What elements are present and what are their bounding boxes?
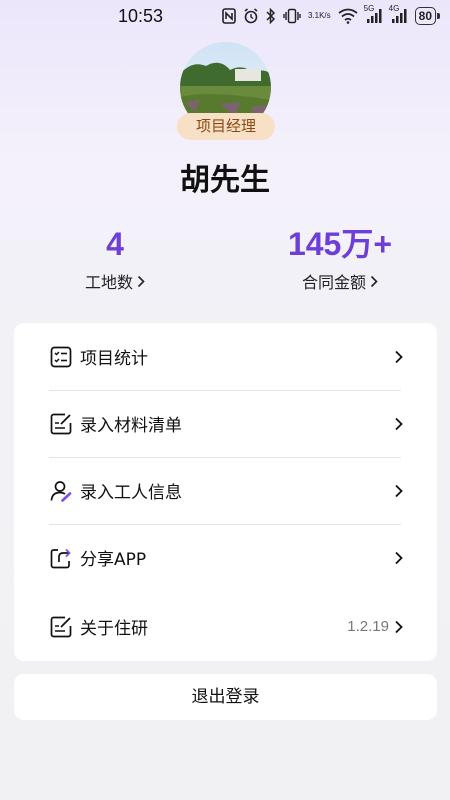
menu-label-materials: 录入材料清单 bbox=[80, 416, 182, 436]
vibrate-icon bbox=[283, 8, 301, 24]
cellular-4g-icon: 4G bbox=[389, 4, 408, 24]
status-icons: 3.1 K/s 5G 4G 80 bbox=[222, 4, 441, 25]
stat-contract-label: 合同金额 bbox=[301, 273, 366, 292]
menu-label-share: 分享APP bbox=[80, 550, 147, 570]
chevron-right-icon bbox=[137, 275, 145, 287]
alarm-icon bbox=[243, 8, 259, 24]
signal2-label: 4G bbox=[388, 4, 400, 13]
bluetooth-icon bbox=[266, 8, 276, 24]
network-speed: 3.1 K/s bbox=[308, 12, 331, 20]
menu-card: 项目统计 录入材料清单 录入工人信息 分享APP 关于住研 1.2.19 bbox=[14, 323, 437, 661]
menu-label-project-stats: 项目统计 bbox=[80, 349, 148, 369]
network-speed-value: 3.1 bbox=[307, 11, 320, 20]
chevron-right-icon bbox=[395, 551, 403, 564]
menu-item-workers[interactable]: 录入工人信息 bbox=[14, 457, 437, 524]
menu-item-project-stats[interactable]: 项目统计 bbox=[14, 323, 437, 390]
menu-label-workers: 录入工人信息 bbox=[80, 483, 182, 503]
edit-note-icon bbox=[50, 413, 72, 434]
menu-label-about: 关于住研 bbox=[80, 619, 148, 639]
stat-contract[interactable]: 145万+ 合同金额 bbox=[240, 225, 440, 293]
chevron-right-icon bbox=[395, 484, 403, 497]
nfc-icon bbox=[222, 8, 236, 24]
edit-note-icon bbox=[50, 616, 72, 637]
menu-item-share[interactable]: 分享APP bbox=[14, 524, 437, 591]
stat-sites-label: 工地数 bbox=[84, 273, 133, 292]
battery-indicator: 80 bbox=[414, 7, 441, 25]
app-version: 1.2.19 bbox=[347, 618, 389, 635]
share-icon bbox=[50, 548, 71, 568]
menu-item-about[interactable]: 关于住研 1.2.19 bbox=[14, 593, 437, 660]
chevron-right-icon bbox=[395, 620, 403, 633]
wifi-icon bbox=[338, 8, 358, 24]
network-speed-unit: K/s bbox=[319, 11, 331, 20]
stat-sites-value: 4 bbox=[106, 226, 124, 262]
status-time: 10:53 bbox=[118, 6, 164, 26]
logout-button[interactable]: 退出登录 bbox=[14, 674, 437, 720]
stat-contract-value: 145万+ bbox=[287, 226, 393, 262]
stat-sites[interactable]: 4 工地数 bbox=[15, 225, 215, 293]
role-badge: 项目经理 bbox=[177, 113, 275, 140]
chevron-right-icon bbox=[395, 350, 403, 363]
chevron-right-icon bbox=[395, 417, 403, 430]
signal1-label: 5G bbox=[363, 4, 375, 13]
menu-item-materials[interactable]: 录入材料清单 bbox=[14, 390, 437, 457]
user-name: 胡先生 bbox=[180, 163, 270, 198]
chevron-right-icon bbox=[370, 275, 378, 287]
cellular-5g-icon: 5G bbox=[364, 4, 383, 24]
checklist-icon bbox=[50, 346, 72, 367]
user-edit-icon bbox=[50, 480, 72, 502]
status-bar: 10:53 3.1 K/s 5G 4G 80 bbox=[0, 0, 450, 34]
